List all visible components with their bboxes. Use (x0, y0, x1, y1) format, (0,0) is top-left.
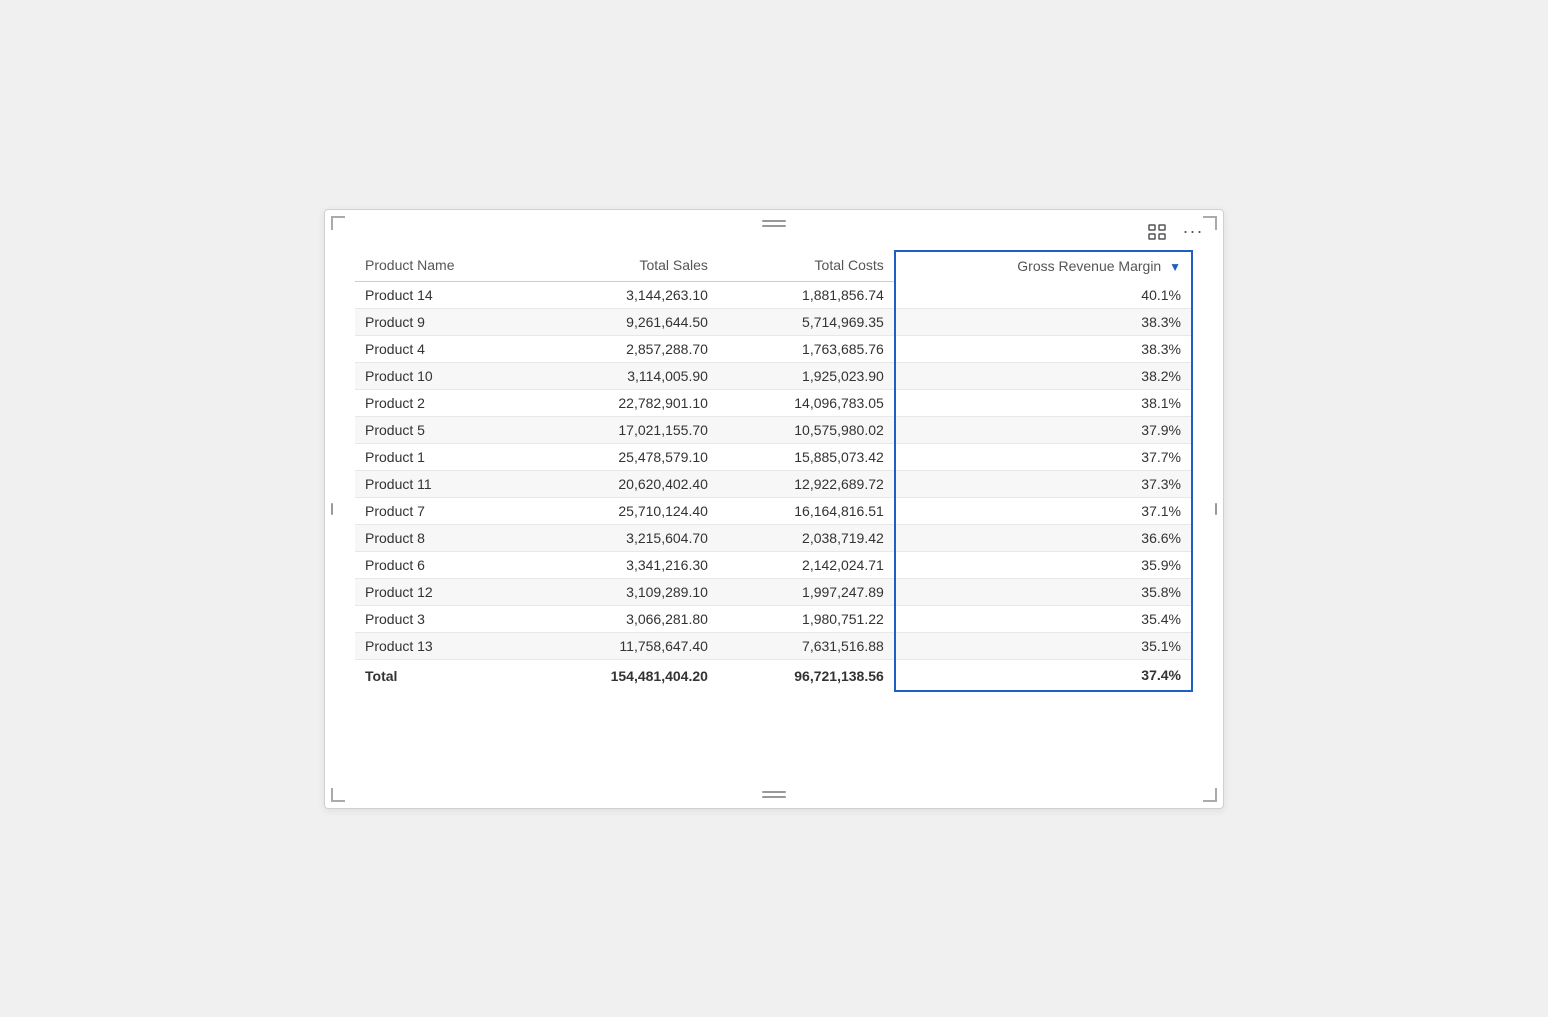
cell-total-costs: 1,763,685.76 (718, 336, 895, 363)
sort-desc-icon: ▼ (1169, 260, 1181, 274)
cell-gross-revenue-margin: 40.1% (895, 282, 1192, 309)
cell-total-costs: 1,997,247.89 (718, 579, 895, 606)
cell-gross-revenue-margin: 38.1% (895, 390, 1192, 417)
col-header-gross-revenue-margin[interactable]: Gross Revenue Margin ▼ (895, 251, 1192, 282)
widget-container: ··· Product Name Total Sales Total Costs… (324, 209, 1224, 809)
cell-product-name: Product 1 (355, 444, 530, 471)
cell-product-name: Product 12 (355, 579, 530, 606)
table-row: Product 4 2,857,288.70 1,763,685.76 38.3… (355, 336, 1192, 363)
cell-total-costs: 12,922,689.72 (718, 471, 895, 498)
cell-product-name: Product 3 (355, 606, 530, 633)
cell-grand-total-sales: 154,481,404.20 (530, 660, 718, 692)
drag-handle-top[interactable] (762, 220, 786, 227)
cell-gross-revenue-margin: 38.2% (895, 363, 1192, 390)
cell-product-name: Product 2 (355, 390, 530, 417)
table-row: Product 11 20,620,402.40 12,922,689.72 3… (355, 471, 1192, 498)
cell-gross-revenue-margin: 35.9% (895, 552, 1192, 579)
cell-total-costs: 15,885,073.42 (718, 444, 895, 471)
cell-product-name: Product 13 (355, 633, 530, 660)
focus-icon (1148, 224, 1166, 240)
cell-gross-revenue-margin: 35.1% (895, 633, 1192, 660)
drag-handle-right[interactable] (1215, 503, 1217, 515)
table-row: Product 5 17,021,155.70 10,575,980.02 37… (355, 417, 1192, 444)
cell-product-name: Product 8 (355, 525, 530, 552)
cell-gross-revenue-margin: 37.7% (895, 444, 1192, 471)
cell-grand-total-costs: 96,721,138.56 (718, 660, 895, 692)
cell-gross-revenue-margin: 38.3% (895, 336, 1192, 363)
col-header-total-sales: Total Sales (530, 251, 718, 282)
cell-total-costs: 2,142,024.71 (718, 552, 895, 579)
more-options-button[interactable]: ··· (1179, 218, 1207, 246)
cell-total-sales: 3,144,263.10 (530, 282, 718, 309)
table-header-row: Product Name Total Sales Total Costs Gro… (355, 251, 1192, 282)
ellipsis-icon: ··· (1183, 221, 1204, 242)
table-row: Product 8 3,215,604.70 2,038,719.42 36.6… (355, 525, 1192, 552)
col-header-total-costs: Total Costs (718, 251, 895, 282)
col-header-product-name: Product Name (355, 251, 530, 282)
cell-gross-revenue-margin: 37.3% (895, 471, 1192, 498)
table-row: Product 14 3,144,263.10 1,881,856.74 40.… (355, 282, 1192, 309)
table-row: Product 13 11,758,647.40 7,631,516.88 35… (355, 633, 1192, 660)
cell-total-sales: 11,758,647.40 (530, 633, 718, 660)
cell-total-costs: 5,714,969.35 (718, 309, 895, 336)
cell-total-costs: 1,881,856.74 (718, 282, 895, 309)
cell-total-costs: 16,164,816.51 (718, 498, 895, 525)
cell-total-costs: 7,631,516.88 (718, 633, 895, 660)
data-table: Product Name Total Sales Total Costs Gro… (355, 250, 1193, 693)
toolbar: ··· (1143, 218, 1207, 246)
cell-total-costs: 10,575,980.02 (718, 417, 895, 444)
table-row: Product 2 22,782,901.10 14,096,783.05 38… (355, 390, 1192, 417)
cell-total-sales: 2,857,288.70 (530, 336, 718, 363)
drag-handle-left[interactable] (331, 503, 333, 515)
cell-total-costs: 14,096,783.05 (718, 390, 895, 417)
table-row: Product 6 3,341,216.30 2,142,024.71 35.9… (355, 552, 1192, 579)
cell-product-name: Product 10 (355, 363, 530, 390)
cell-total-costs: 2,038,719.42 (718, 525, 895, 552)
corner-bracket-tl (331, 216, 345, 230)
total-row: Total 154,481,404.20 96,721,138.56 37.4% (355, 660, 1192, 692)
cell-total-sales: 20,620,402.40 (530, 471, 718, 498)
cell-product-name: Product 14 (355, 282, 530, 309)
cell-product-name: Product 6 (355, 552, 530, 579)
cell-total-sales: 3,215,604.70 (530, 525, 718, 552)
cell-total-sales: 3,109,289.10 (530, 579, 718, 606)
cell-total-sales: 3,341,216.30 (530, 552, 718, 579)
cell-total-costs: 1,980,751.22 (718, 606, 895, 633)
cell-total-sales: 22,782,901.10 (530, 390, 718, 417)
cell-gross-revenue-margin: 36.6% (895, 525, 1192, 552)
table-row: Product 7 25,710,124.40 16,164,816.51 37… (355, 498, 1192, 525)
cell-total-sales: 3,066,281.80 (530, 606, 718, 633)
table-row: Product 9 9,261,644.50 5,714,969.35 38.3… (355, 309, 1192, 336)
table-row: Product 10 3,114,005.90 1,925,023.90 38.… (355, 363, 1192, 390)
focus-button[interactable] (1143, 218, 1171, 246)
drag-handle-bottom[interactable] (762, 791, 786, 798)
cell-gross-revenue-margin: 35.4% (895, 606, 1192, 633)
cell-product-name: Product 9 (355, 309, 530, 336)
cell-gross-revenue-margin: 37.9% (895, 417, 1192, 444)
cell-product-name: Product 4 (355, 336, 530, 363)
cell-gross-revenue-margin: 38.3% (895, 309, 1192, 336)
cell-total-costs: 1,925,023.90 (718, 363, 895, 390)
cell-gross-revenue-margin: 37.1% (895, 498, 1192, 525)
cell-total-sales: 9,261,644.50 (530, 309, 718, 336)
cell-total-label: Total (355, 660, 530, 692)
corner-bracket-br (1203, 788, 1217, 802)
cell-total-sales: 25,710,124.40 (530, 498, 718, 525)
table-row: Product 3 3,066,281.80 1,980,751.22 35.4… (355, 606, 1192, 633)
cell-total-sales: 17,021,155.70 (530, 417, 718, 444)
cell-product-name: Product 7 (355, 498, 530, 525)
cell-product-name: Product 5 (355, 417, 530, 444)
cell-total-sales: 3,114,005.90 (530, 363, 718, 390)
cell-product-name: Product 11 (355, 471, 530, 498)
corner-bracket-bl (331, 788, 345, 802)
table-row: Product 12 3,109,289.10 1,997,247.89 35.… (355, 579, 1192, 606)
table-row: Product 1 25,478,579.10 15,885,073.42 37… (355, 444, 1192, 471)
cell-grand-total-margin: 37.4% (895, 660, 1192, 692)
cell-total-sales: 25,478,579.10 (530, 444, 718, 471)
table-area: Product Name Total Sales Total Costs Gro… (355, 250, 1193, 693)
cell-gross-revenue-margin: 35.8% (895, 579, 1192, 606)
